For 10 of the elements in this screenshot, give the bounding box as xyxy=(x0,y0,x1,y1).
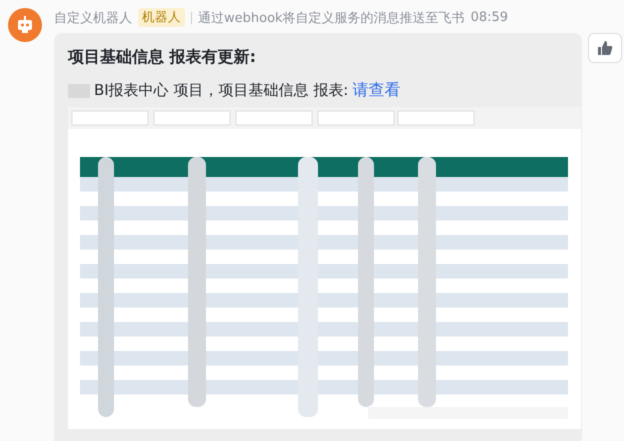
view-link[interactable]: 请查看 xyxy=(352,80,400,101)
card-text: BI报表中心 项目，项目基础信息 报表: xyxy=(94,81,348,100)
sender-name[interactable]: 自定义机器人 xyxy=(54,8,132,26)
bot-tag: 机器人 xyxy=(138,8,185,27)
robot-avatar-icon xyxy=(8,8,42,42)
reaction-button[interactable] xyxy=(588,33,622,63)
card-title: 项目基础信息 报表有更新: xyxy=(68,47,257,68)
message-time: 08:59 xyxy=(470,10,508,25)
bot-description: 通过webhook将自定义服务的消息推送至飞书 xyxy=(198,10,465,26)
thumbs-up-icon xyxy=(597,40,613,56)
